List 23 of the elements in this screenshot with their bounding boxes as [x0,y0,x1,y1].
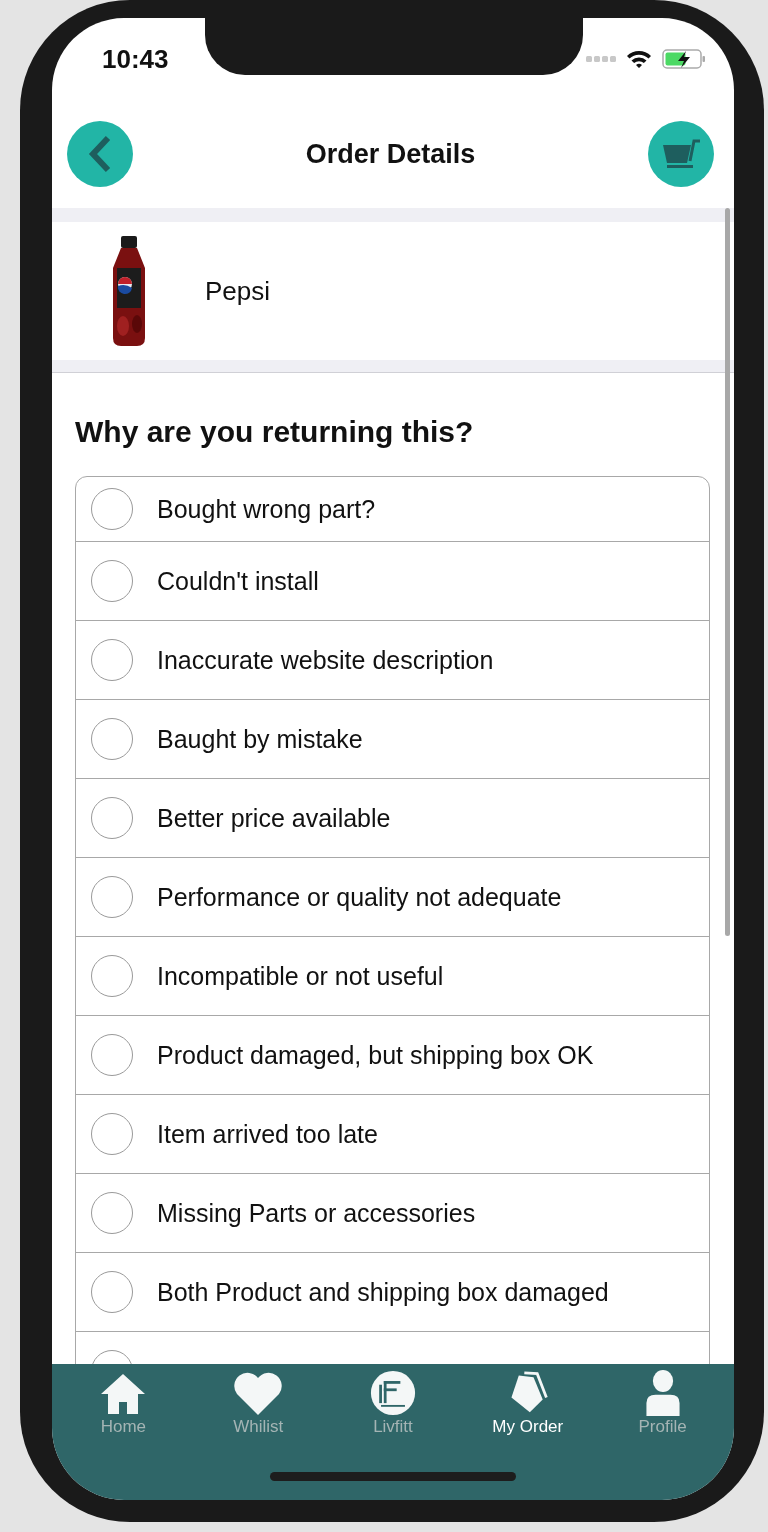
reason-option[interactable]: Inaccurate website description [76,620,709,699]
tab-bar-item[interactable]: My Order [467,1364,588,1436]
wifi-icon [626,49,652,69]
battery-icon [662,48,706,70]
reason-option[interactable]: Baught by mistake [76,699,709,778]
reason-option[interactable]: Item arrived too late [76,1094,709,1173]
reason-option[interactable]: Couldn't install [76,541,709,620]
signal-icon [586,55,616,63]
reason-option[interactable]: Incompatible or not useful [76,936,709,1015]
reason-option[interactable]: Product damaged, but shipping box OK [76,1015,709,1094]
reason-option[interactable]: Missing Parts or accessories [76,1173,709,1252]
logo-icon [368,1370,418,1416]
status-time: 10:43 [102,43,169,75]
chevron-left-icon [88,135,112,173]
section-heading: Why are you returning this? [74,414,475,450]
cart-icon [661,137,701,171]
heart-icon [233,1370,284,1416]
page-title: Order Details [305,138,476,170]
reason-option[interactable]: Better price available [76,778,709,857]
reason-option[interactable]: Bought wrong part? [76,477,709,541]
reason-option[interactable]: Both Product and shipping box damaged [76,1252,709,1331]
product-name: Pepsi [205,275,271,307]
reason-option[interactable]: Performance or quality not adequate [76,857,709,936]
